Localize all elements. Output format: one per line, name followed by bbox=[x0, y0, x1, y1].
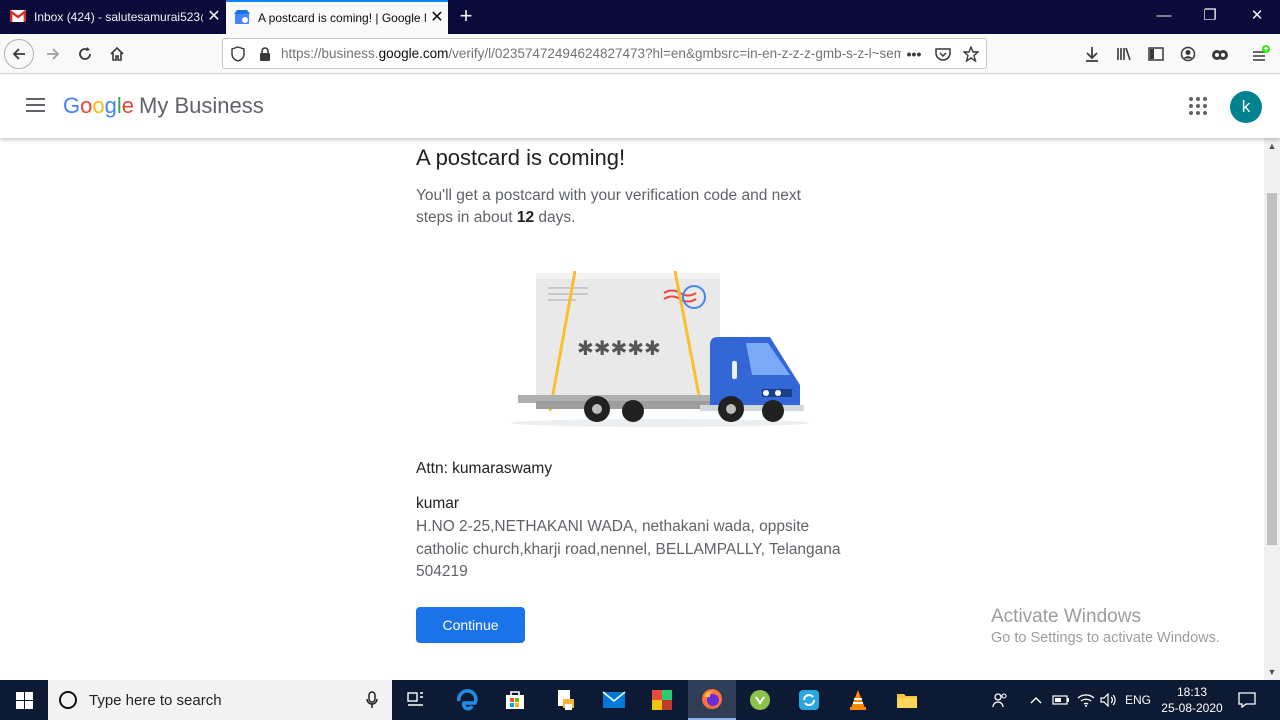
scroll-down-arrow-icon[interactable]: ▼ bbox=[1264, 664, 1280, 680]
page-title: A postcard is coming! bbox=[416, 145, 626, 170]
tab-gmail-inbox[interactable]: Inbox (424) - salutesamurai523@gmail.com… bbox=[0, 0, 225, 34]
sync-app-icon[interactable] bbox=[785, 680, 833, 720]
lock-icon[interactable] bbox=[256, 45, 274, 63]
windows-taskbar: Type here to search ENG 18:13 25-08-2020 bbox=[0, 680, 1280, 720]
people-icon[interactable] bbox=[988, 680, 1012, 720]
tab-title: Inbox (424) - salutesamurai523@gmail.com bbox=[34, 10, 203, 24]
volume-icon[interactable] bbox=[1098, 680, 1120, 720]
gmb-app-header: Google My Business k bbox=[0, 75, 1280, 138]
page-subtitle: You'll get a postcard with your verifica… bbox=[416, 187, 801, 226]
hamburger-update-icon bbox=[1253, 45, 1270, 61]
input-language[interactable]: ENG bbox=[1122, 680, 1154, 720]
main-content: A postcard is coming! You'll get a postc… bbox=[0, 138, 1264, 680]
store-icon[interactable] bbox=[491, 680, 539, 720]
taskbar-clock[interactable]: 18:13 25-08-2020 bbox=[1152, 684, 1232, 716]
taskbar-search-box[interactable]: Type here to search bbox=[48, 680, 392, 720]
home-icon bbox=[110, 46, 124, 61]
search-placeholder: Type here to search bbox=[89, 691, 222, 709]
mailing-address: H.NO 2-25,NETHAKANI WADA, nethakani wada… bbox=[416, 518, 841, 580]
close-tab-icon[interactable]: ✕ bbox=[426, 1, 448, 35]
sidebar-button[interactable] bbox=[1141, 39, 1171, 69]
back-button[interactable] bbox=[4, 39, 34, 69]
library-icon bbox=[1117, 47, 1131, 61]
edge-icon[interactable] bbox=[443, 680, 491, 720]
tab-title: A postcard is coming! | Google My Busine… bbox=[258, 11, 426, 25]
page-actions-icon[interactable]: ••• bbox=[905, 45, 923, 63]
postcard-truck-illustration: ✱✱✱✱✱ bbox=[500, 263, 820, 433]
file-printer-icon[interactable] bbox=[541, 680, 589, 720]
activate-windows-title: Activate Windows bbox=[991, 606, 1141, 627]
library-button[interactable] bbox=[1109, 39, 1139, 69]
reload-button[interactable] bbox=[70, 39, 100, 69]
attention-line: Attn: kumaraswamy bbox=[416, 460, 553, 477]
bookmark-star-icon[interactable] bbox=[962, 45, 980, 63]
forward-button[interactable] bbox=[38, 39, 68, 69]
address-bar[interactable]: https://business.google.com/verify/l/023… bbox=[222, 38, 987, 69]
url-text: https://business.google.com/verify/l/023… bbox=[281, 46, 901, 61]
continue-button[interactable]: Continue bbox=[416, 607, 525, 643]
svg-text:✱✱✱✱✱: ✱✱✱✱✱ bbox=[577, 336, 661, 360]
new-tab-button[interactable]: + bbox=[454, 2, 478, 30]
tab-gmb-postcard[interactable]: A postcard is coming! | Google My Busine… bbox=[226, 0, 448, 34]
extensions-button[interactable] bbox=[1205, 39, 1235, 69]
browser-tab-strip: Inbox (424) - salutesamurai523@gmail.com… bbox=[0, 0, 1280, 34]
account-button[interactable] bbox=[1173, 39, 1203, 69]
firefox-icon[interactable] bbox=[688, 680, 736, 720]
gmb-icon bbox=[234, 9, 250, 27]
account-icon bbox=[1180, 46, 1196, 62]
microphone-icon[interactable] bbox=[352, 691, 392, 709]
mail-icon[interactable] bbox=[590, 680, 638, 720]
pocket-icon[interactable] bbox=[934, 45, 952, 63]
task-view-icon[interactable] bbox=[392, 680, 440, 720]
file-explorer-icon[interactable] bbox=[883, 680, 931, 720]
clock-date: 25-08-2020 bbox=[1161, 701, 1223, 715]
restore-button[interactable]: ❐ bbox=[1187, 0, 1233, 34]
notification-center-icon[interactable] bbox=[1234, 680, 1260, 720]
wifi-icon[interactable] bbox=[1074, 680, 1098, 720]
google-my-business-logo[interactable]: Google My Business bbox=[63, 93, 264, 119]
minimize-button[interactable]: — bbox=[1141, 0, 1187, 34]
scrollbar-thumb[interactable] bbox=[1267, 193, 1277, 545]
windows-logo-icon bbox=[15, 691, 33, 709]
start-button[interactable] bbox=[0, 680, 48, 720]
office-tiles-icon[interactable] bbox=[638, 680, 686, 720]
battery-icon[interactable] bbox=[1050, 680, 1072, 720]
menu-button[interactable] bbox=[1246, 39, 1276, 69]
arrow-left-icon bbox=[12, 48, 25, 60]
main-menu-icon[interactable] bbox=[26, 98, 45, 112]
close-tab-icon[interactable]: ✕ bbox=[203, 0, 225, 34]
recipient-name: kumar bbox=[416, 495, 460, 512]
home-button[interactable] bbox=[102, 39, 132, 69]
clock-time: 18:13 bbox=[1176, 685, 1208, 699]
scroll-up-arrow-icon[interactable]: ▲ bbox=[1264, 138, 1280, 154]
gmail-icon bbox=[9, 9, 27, 25]
green-app-icon[interactable] bbox=[736, 680, 784, 720]
page-scrollbar[interactable]: ▲ ▼ bbox=[1264, 138, 1280, 680]
shield-icon[interactable] bbox=[229, 45, 247, 63]
vlc-icon[interactable] bbox=[834, 680, 882, 720]
window-close-button[interactable]: ✕ bbox=[1234, 0, 1280, 34]
activate-windows-hint: Go to Settings to activate Windows. bbox=[991, 630, 1220, 646]
navigation-toolbar: https://business.google.com/verify/l/023… bbox=[0, 34, 1280, 74]
reload-icon bbox=[79, 47, 91, 60]
extension-icon bbox=[1212, 50, 1228, 60]
avatar[interactable]: k bbox=[1230, 91, 1262, 123]
downloads-button[interactable] bbox=[1077, 39, 1107, 69]
sidebar-icon bbox=[1148, 47, 1164, 61]
chevron-up-icon[interactable] bbox=[1026, 680, 1046, 720]
cortana-icon bbox=[59, 691, 77, 709]
download-icon bbox=[1086, 47, 1098, 62]
google-apps-icon[interactable] bbox=[1189, 97, 1207, 115]
arrow-right-icon bbox=[47, 48, 60, 60]
